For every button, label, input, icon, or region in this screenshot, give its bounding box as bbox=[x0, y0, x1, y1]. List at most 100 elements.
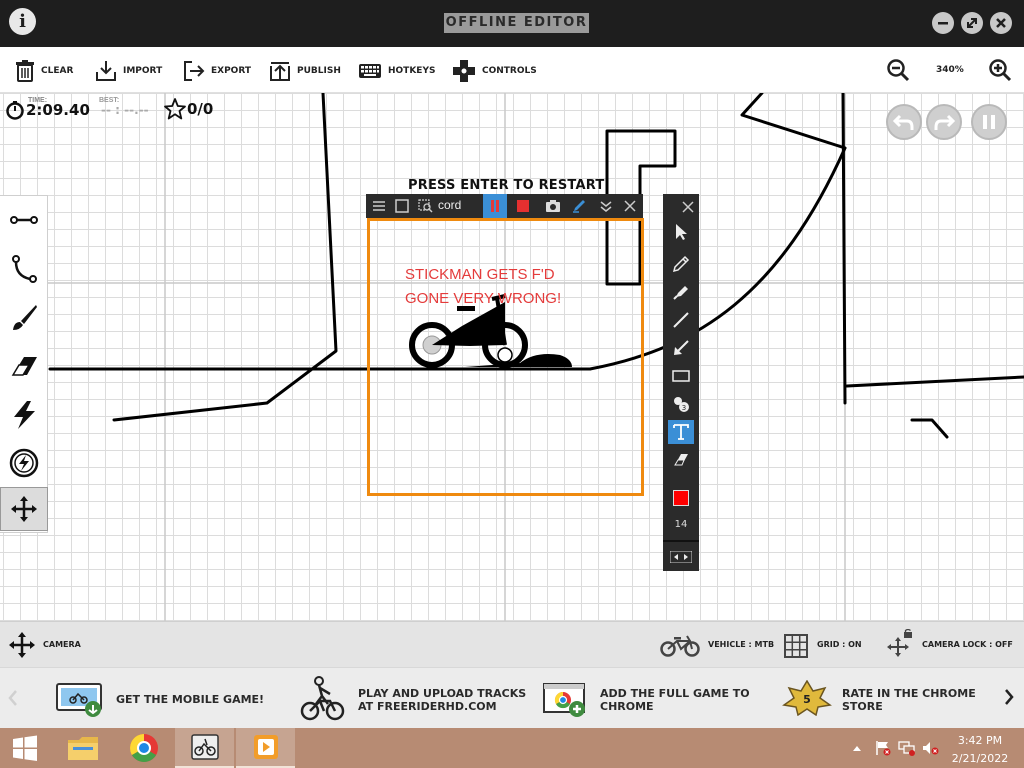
controls-button[interactable]: CONTROLS bbox=[452, 59, 537, 83]
pause-button[interactable] bbox=[971, 104, 1007, 140]
arrow-tool-button[interactable] bbox=[668, 336, 694, 360]
redo-button[interactable] bbox=[926, 104, 962, 140]
folder-icon bbox=[67, 737, 98, 760]
fullscreen-icon[interactable] bbox=[394, 198, 410, 214]
counter-tool-button[interactable]: 3 bbox=[668, 392, 694, 416]
close-button[interactable] bbox=[990, 12, 1012, 34]
publish-button[interactable]: PUBLISH bbox=[269, 59, 341, 83]
restart-message: PRESS ENTER TO RESTART bbox=[408, 178, 605, 193]
curve-tool-button[interactable] bbox=[0, 247, 48, 291]
close-icon[interactable] bbox=[622, 198, 638, 214]
export-button[interactable]: EXPORT bbox=[183, 59, 251, 83]
windows-logo-icon bbox=[13, 735, 37, 761]
promo-rate-text[interactable]: RATE IN THE CHROME STORE bbox=[842, 687, 976, 713]
color-picker-button[interactable] bbox=[668, 486, 694, 510]
controls-label: CONTROLS bbox=[482, 66, 537, 76]
move-arrows-icon[interactable] bbox=[8, 631, 36, 659]
stop-icon[interactable] bbox=[515, 198, 531, 214]
publish-label: PUBLISH bbox=[297, 66, 341, 76]
rating-badge-value: 5 bbox=[803, 693, 811, 706]
chevron-up-icon[interactable] bbox=[852, 744, 862, 752]
bike-icon[interactable] bbox=[660, 632, 700, 658]
app-title: OFFLINE EDITOR bbox=[444, 13, 589, 33]
stroke-size[interactable]: 14 bbox=[668, 514, 694, 536]
clock-time[interactable]: 3:42 PM bbox=[952, 734, 1008, 747]
region-zoom-icon[interactable] bbox=[418, 198, 434, 214]
rider-icon[interactable] bbox=[300, 676, 346, 727]
divider bbox=[663, 540, 699, 542]
chrome-add-icon[interactable] bbox=[543, 682, 589, 723]
timer-icon bbox=[5, 100, 25, 125]
resize-panel-button[interactable] bbox=[668, 545, 694, 569]
promo-upload-line1: PLAY AND UPLOAD TRACKS bbox=[358, 687, 527, 700]
chevron-right-icon[interactable] bbox=[1003, 687, 1015, 707]
zoom-in-button[interactable] bbox=[988, 58, 1012, 87]
chevron-left-icon[interactable] bbox=[7, 688, 19, 708]
import-label: IMPORT bbox=[123, 66, 163, 76]
horizontal-arrows-icon bbox=[670, 551, 692, 563]
eraser-tool-button[interactable] bbox=[0, 345, 48, 389]
pen-icon[interactable] bbox=[571, 198, 587, 214]
highlighter-icon bbox=[673, 286, 688, 300]
promo-mobile-text[interactable]: GET THE MOBILE GAME! bbox=[116, 693, 264, 706]
network-icon[interactable] bbox=[898, 740, 916, 756]
import-icon bbox=[96, 61, 116, 81]
chrome-icon bbox=[129, 734, 158, 762]
volume-muted-icon[interactable] bbox=[922, 740, 940, 756]
close-icon[interactable] bbox=[681, 200, 695, 214]
target-tool-button[interactable] bbox=[0, 441, 48, 485]
zoom-level: 340% bbox=[936, 65, 964, 75]
maximize-button[interactable] bbox=[961, 12, 983, 34]
keyboard-icon bbox=[359, 64, 381, 78]
info-icon[interactable]: i bbox=[9, 8, 36, 35]
target-lightning-icon bbox=[9, 448, 39, 478]
grid-icon[interactable] bbox=[784, 634, 808, 658]
rectangle-tool-button[interactable] bbox=[668, 364, 694, 388]
powerup-tool-button[interactable] bbox=[0, 393, 48, 437]
mobile-game-icon[interactable] bbox=[56, 682, 104, 723]
recorder-toolbar: cord bbox=[366, 194, 643, 218]
promo-chrome-text[interactable]: ADD THE FULL GAME TO CHROME bbox=[600, 687, 750, 713]
recording-region[interactable] bbox=[367, 218, 644, 496]
start-button[interactable] bbox=[0, 728, 50, 768]
clock-date[interactable]: 2/21/2022 bbox=[948, 752, 1012, 765]
stars-count: 0/0 bbox=[187, 100, 214, 118]
import-button[interactable]: IMPORT bbox=[95, 59, 162, 83]
zoom-out-button[interactable] bbox=[886, 58, 910, 87]
left-tool-panel bbox=[0, 195, 48, 533]
brush-tool-button[interactable] bbox=[0, 296, 48, 340]
select-tool-button[interactable] bbox=[668, 220, 694, 244]
minimize-icon bbox=[938, 22, 948, 25]
menu-icon[interactable] bbox=[371, 198, 387, 214]
clear-button[interactable]: CLEAR bbox=[15, 59, 73, 83]
promo-rate-line1: RATE IN THE CHROME bbox=[842, 687, 976, 700]
line-tool-icon bbox=[10, 216, 38, 224]
eraser-button[interactable] bbox=[668, 448, 694, 472]
arrow-icon bbox=[674, 340, 689, 355]
chevron-down-icon[interactable] bbox=[598, 198, 614, 214]
line-tool-button[interactable] bbox=[0, 198, 48, 242]
undo-button[interactable] bbox=[886, 104, 922, 140]
pen-tool-button[interactable] bbox=[668, 252, 694, 276]
export-label: EXPORT bbox=[211, 66, 251, 76]
zoom-in-icon bbox=[989, 59, 1012, 82]
chrome-app[interactable] bbox=[114, 728, 173, 768]
star-icon bbox=[163, 97, 187, 126]
rating-badge-icon[interactable]: 5 bbox=[782, 679, 832, 721]
camera-lock-icon[interactable] bbox=[886, 629, 914, 657]
camera-move-tool-button[interactable] bbox=[0, 487, 48, 531]
recorder-pause-button[interactable] bbox=[483, 194, 507, 218]
hotkeys-button[interactable]: HOTKEYS bbox=[358, 59, 435, 83]
minimize-button[interactable] bbox=[932, 12, 954, 34]
promo-upload-text[interactable]: PLAY AND UPLOAD TRACKS AT FREERIDERHD.CO… bbox=[358, 687, 526, 713]
camera-icon[interactable] bbox=[545, 198, 561, 214]
line-draw-tool-button[interactable] bbox=[668, 308, 694, 332]
recorder-app[interactable] bbox=[236, 728, 295, 768]
action-center-flag-icon[interactable] bbox=[875, 740, 891, 756]
vehicle-label: VEHICLE : MTB bbox=[708, 640, 775, 649]
text-tool-button[interactable] bbox=[668, 420, 694, 444]
file-explorer-app[interactable] bbox=[53, 728, 112, 768]
highlighter-tool-button[interactable] bbox=[668, 280, 694, 304]
eraser-icon bbox=[674, 454, 688, 466]
freerider-app[interactable] bbox=[175, 728, 234, 768]
